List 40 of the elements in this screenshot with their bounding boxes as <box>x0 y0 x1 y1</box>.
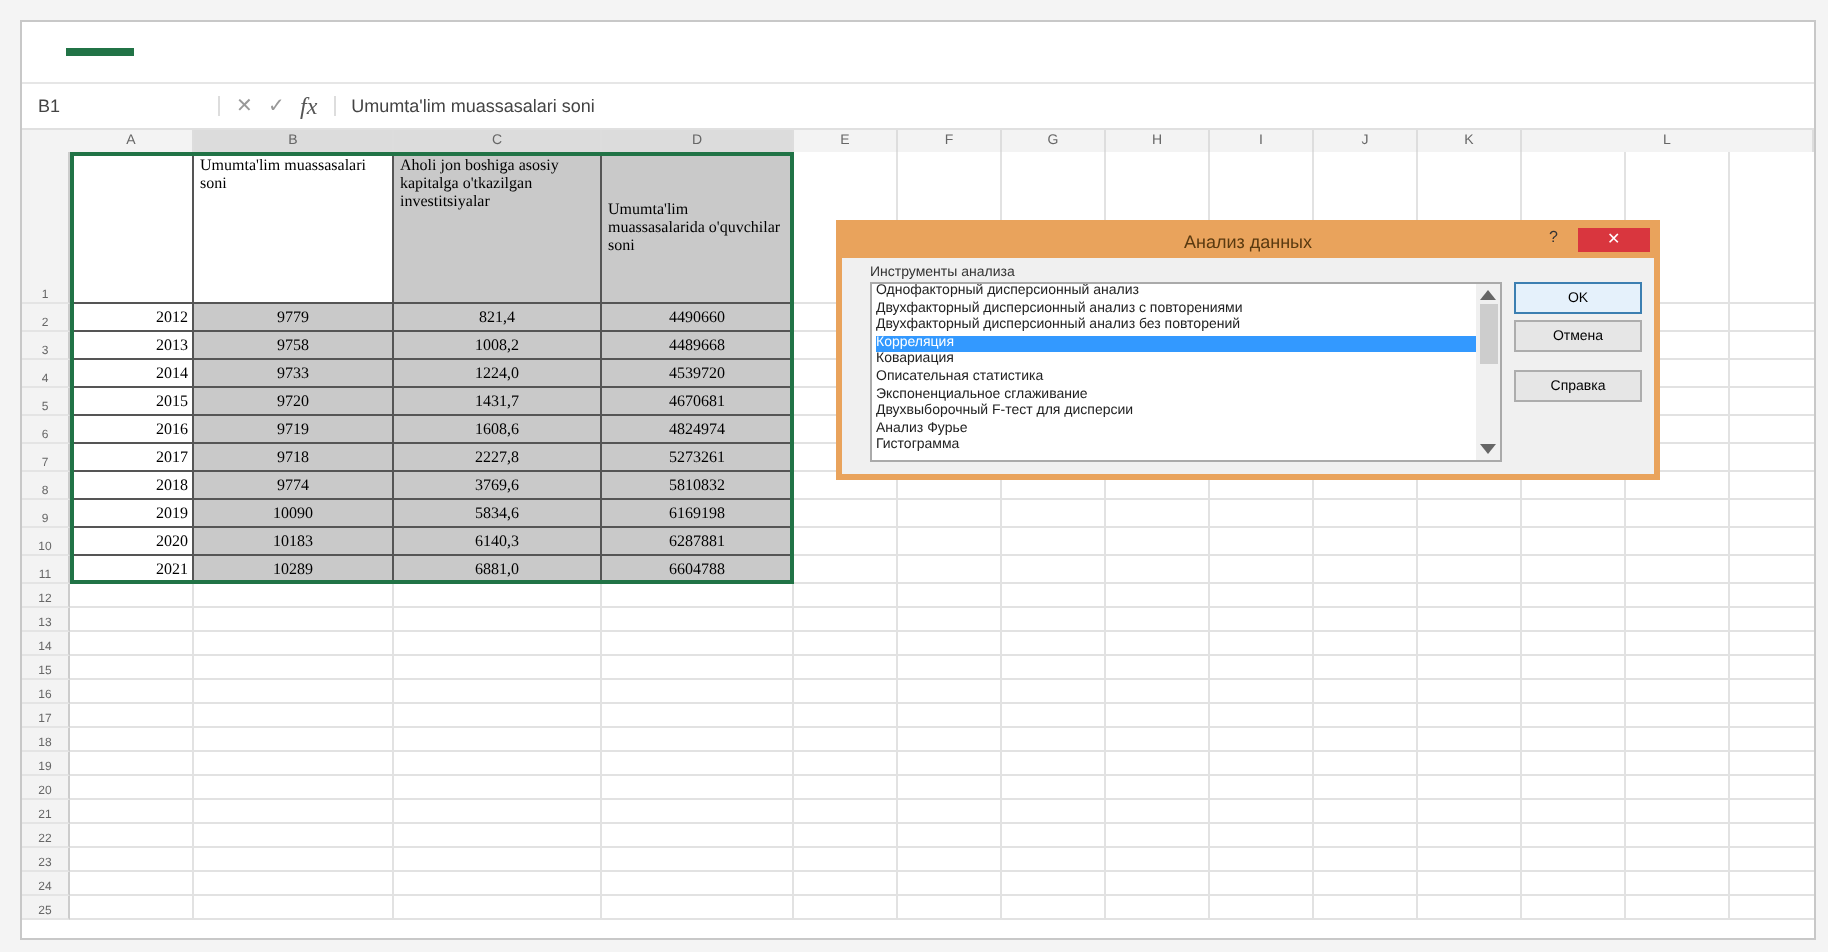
table-cell: 9718 <box>194 444 394 472</box>
table-cell: 4539720 <box>602 360 794 388</box>
table-cell: 9774 <box>194 472 394 500</box>
table-cell: Umumta'lim muassasalarida o'quvchilar soni <box>602 152 794 304</box>
table-cell: 1008,2 <box>394 332 602 360</box>
table-cell: 9733 <box>194 360 394 388</box>
table-cell: 6140,3 <box>394 528 602 556</box>
table-cell: 821,4 <box>394 304 602 332</box>
table-cell: 10090 <box>194 500 394 528</box>
scrollbar[interactable] <box>1476 284 1500 460</box>
active-tab-marker <box>66 48 134 56</box>
table-cell: 4489668 <box>602 332 794 360</box>
table-cell: Aholi jon boshiga asosiy kapitalga o'tkazilgan investitsiyalar <box>394 152 602 304</box>
table-cell: 9719 <box>194 416 394 444</box>
table-cell: 3769,6 <box>394 472 602 500</box>
table-cell: 6287881 <box>602 528 794 556</box>
table-cell: 10183 <box>194 528 394 556</box>
dialog-title: Анализ данных <box>1183 232 1313 252</box>
table-cell: 5810832 <box>602 472 794 500</box>
table-cell: 9720 <box>194 388 394 416</box>
table-cell: 9758 <box>194 332 394 360</box>
help-button[interactable]: ? <box>1549 228 1558 246</box>
table-cell: 4824974 <box>602 416 794 444</box>
table-cell: 2227,8 <box>394 444 602 472</box>
table-cell: 5834,6 <box>394 500 602 528</box>
enter-button[interactable]: ✓ <box>268 94 284 118</box>
table-cell: 6169198 <box>602 500 794 528</box>
name-box[interactable]: B1 <box>38 96 220 116</box>
table-cell: 1224,0 <box>394 360 602 388</box>
table-cell: 4490660 <box>602 304 794 332</box>
table-cell: 5273261 <box>602 444 794 472</box>
scroll-up-icon[interactable] <box>1480 290 1496 300</box>
formula-field[interactable]: Umumta'lim muassasalari soni <box>333 96 1814 116</box>
insert-function-button[interactable]: fx <box>300 91 318 121</box>
table-cell: 1608,6 <box>394 416 602 444</box>
table-cell: 9779 <box>194 304 394 332</box>
cancel-button[interactable]: ✕ <box>236 94 252 118</box>
table-cell: 1431,7 <box>394 388 602 416</box>
close-button[interactable]: ✕ <box>1578 228 1650 252</box>
table-cell: 4670681 <box>602 388 794 416</box>
